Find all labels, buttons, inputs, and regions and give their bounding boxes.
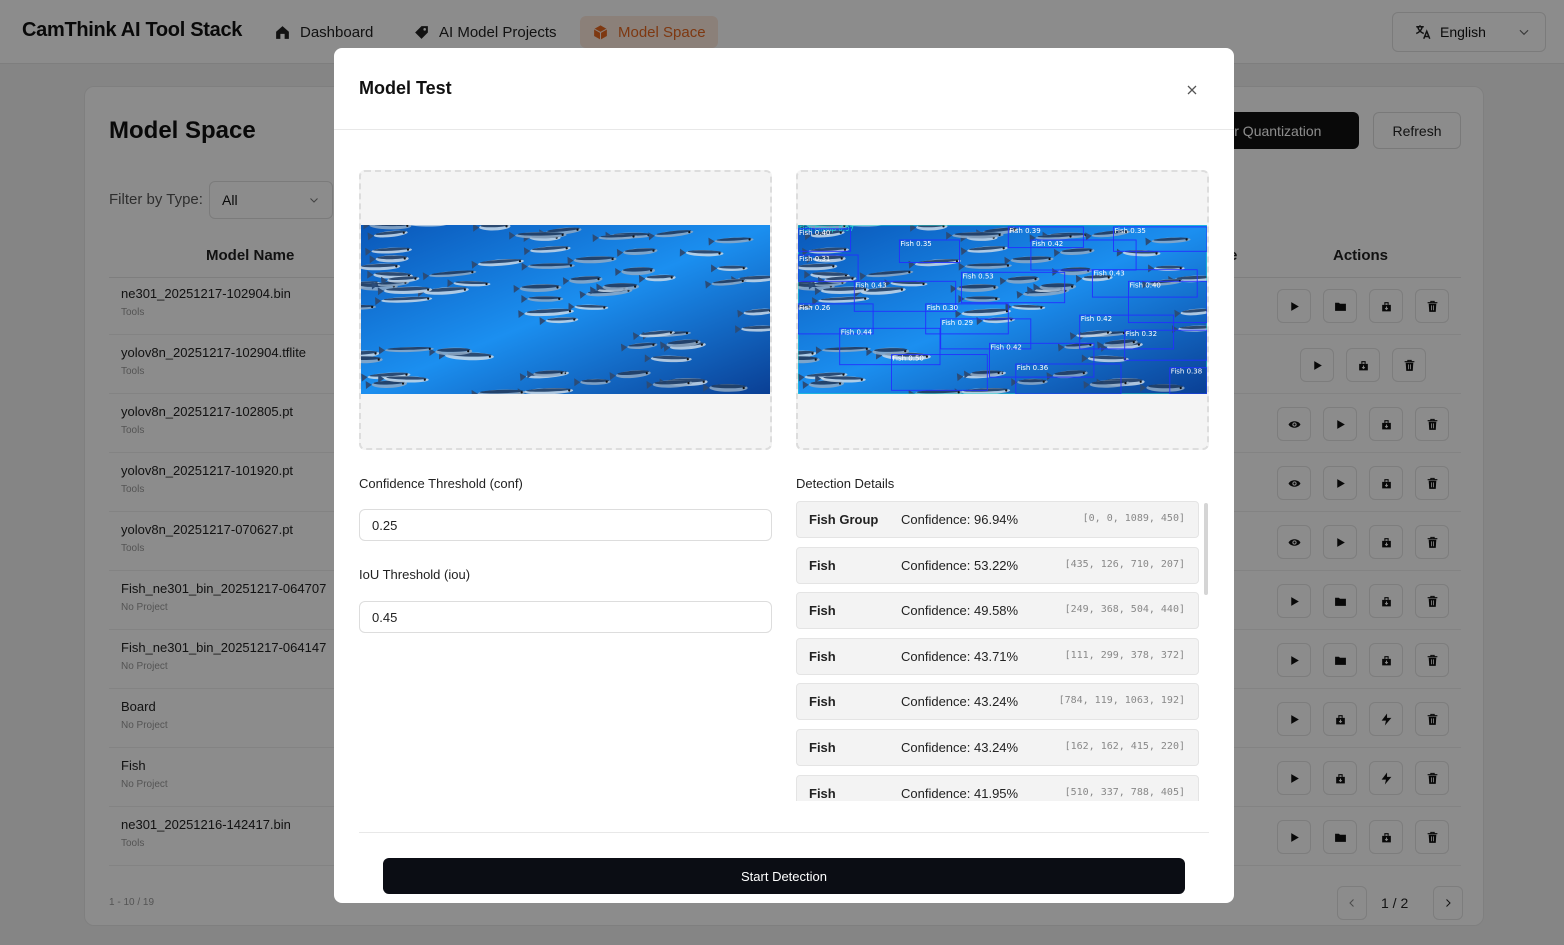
detection-bbox: [0, 0, 1089, 450]: [1082, 513, 1185, 524]
detection-list-scrollbar[interactable]: [1204, 503, 1208, 595]
detection-confidence: Confidence: 43.24%: [901, 694, 1019, 710]
detection-box-label: Fish 0.40: [799, 229, 830, 237]
detection-box-label: Fish 0.36: [1017, 364, 1049, 372]
detection-item[interactable]: Fish Confidence: 53.22% [435, 126, 710, 20…: [796, 546, 1199, 584]
iou-label: IoU Threshold (iou): [359, 567, 471, 582]
detection-box-label: Fish 0.42: [1032, 240, 1063, 248]
detection-confidence: Confidence: 49.58%: [901, 603, 1019, 619]
detection-bbox: [249, 368, 504, 440]: [1064, 604, 1185, 616]
detection-confidence: Confidence: 43.24%: [901, 740, 1019, 755]
detection-box-label: Fish 0.32: [1126, 330, 1157, 338]
detection-item[interactable]: Fish Confidence: 43.71% [111, 299, 378, 37…: [796, 637, 1199, 675]
detection-bbox: [435, 126, 710, 207]: [1064, 558, 1185, 570]
input-image: [361, 225, 770, 394]
iou-input[interactable]: 0.45: [359, 601, 772, 633]
detection-box-label: Fish 0.38: [1171, 368, 1202, 376]
detection-bbox: [162, 162, 415, 220]: [1064, 741, 1185, 752]
detection-bbox: [111, 299, 378, 372]: [1064, 649, 1185, 661]
input-image-dropzone[interactable]: [359, 170, 772, 450]
detection-box-label: Fish 0.43: [855, 281, 886, 289]
close-button[interactable]: [1180, 78, 1204, 102]
result-image-panel: Fish Group 0.97 Fish 0.40 Fish 0.35 Fish 0.…: [796, 170, 1209, 450]
detection-box-label: Fish 0.26: [799, 304, 831, 312]
detection-box-label: Fish 0.29: [942, 319, 973, 327]
conf-input[interactable]: 0.25: [359, 509, 772, 541]
detection-label: Fish: [809, 740, 836, 755]
detection-box-label: Fish 0.44: [841, 328, 873, 336]
detection-box-label: Fish 0.35: [1115, 227, 1146, 235]
detection-label: Fish: [809, 557, 836, 573]
detection-label: Fish: [809, 694, 836, 710]
result-image: Fish Group 0.97Fish 0.40Fish 0.35Fish 0.…: [798, 225, 1207, 394]
start-detection-button[interactable]: Start Detection: [383, 858, 1185, 894]
detection-box-label: Fish 0.42: [1081, 315, 1112, 323]
detection-label: Fish: [809, 785, 836, 801]
detection-label: Fish: [809, 648, 836, 664]
detection-box-label: Fish 0.42: [991, 343, 1022, 351]
conf-label: Confidence Threshold (conf): [359, 476, 523, 491]
detection-box-label: Fish 0.53: [962, 272, 993, 280]
detection-item[interactable]: Fish Confidence: 43.24% [784, 119, 1063, 1…: [796, 683, 1199, 721]
detection-bbox: [784, 119, 1063, 192]: [1058, 695, 1185, 707]
detection-box-label: Fish 0.39: [1009, 227, 1040, 235]
detection-label: Fish Group: [809, 512, 879, 527]
detection-box-label: Fish 0.43: [1093, 270, 1124, 278]
detection-item[interactable]: Fish Group Confidence: 96.94% [0, 0, 1089,…: [796, 501, 1199, 538]
modal-footer-divider: [359, 832, 1209, 833]
detection-item[interactable]: Fish Confidence: 49.58% [249, 368, 504, 44…: [796, 592, 1199, 630]
detection-details-label: Detection Details: [796, 476, 895, 491]
detection-box-label: Fish 0.30: [927, 304, 958, 312]
model-test-dialog: Model Test Fish Group 0.97 Fish 0.40 Fish …: [334, 48, 1234, 903]
detection-bbox: [510, 337, 788, 405]: [1064, 786, 1185, 798]
detection-box-label: Fish 0.50: [893, 355, 924, 363]
detection-confidence: Confidence: 43.71%: [901, 648, 1019, 664]
detection-box-label: Fish 0.31: [799, 255, 830, 263]
detection-confidence: Confidence: 96.94%: [901, 512, 1019, 527]
detection-confidence: Confidence: 53.22%: [901, 557, 1019, 573]
detection-item[interactable]: Fish Confidence: 41.95% [510, 337, 788, 40…: [796, 774, 1199, 801]
detection-item[interactable]: Fish Confidence: 43.24% [162, 162, 415, 22…: [796, 729, 1199, 766]
detection-box-label: Fish 0.40: [1130, 281, 1161, 289]
detection-confidence: Confidence: 41.95%: [901, 785, 1019, 801]
modal-title: Model Test: [359, 78, 452, 98]
modal-header-divider: [334, 129, 1234, 130]
detection-label: Fish: [809, 603, 836, 619]
detection-box-label: Fish 0.35: [900, 240, 931, 248]
close-icon: [1187, 85, 1197, 95]
detection-list[interactable]: Fish Group Confidence: 96.94% [0, 0, 1089,…: [796, 501, 1209, 801]
